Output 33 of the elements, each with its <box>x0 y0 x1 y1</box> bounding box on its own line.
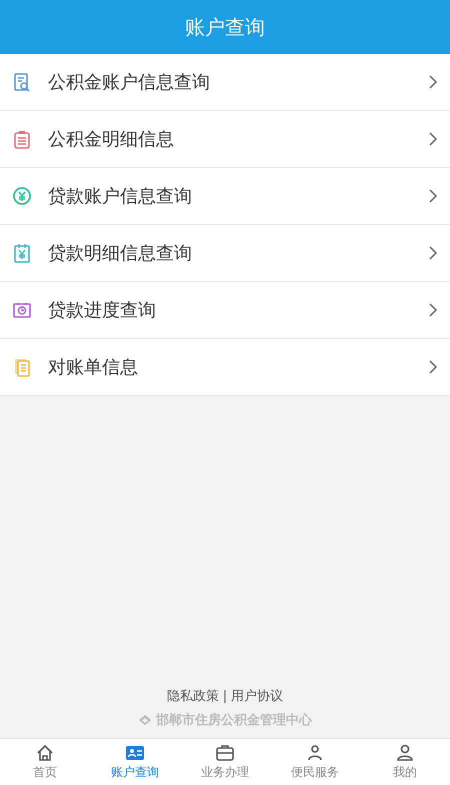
chevron-right-icon <box>428 74 438 90</box>
menu-item[interactable]: 贷款明细信息查询 <box>0 225 450 282</box>
briefcase-icon <box>215 743 235 763</box>
person-icon <box>305 743 325 763</box>
chevron-right-icon <box>428 245 438 261</box>
chevron-right-icon <box>428 359 438 375</box>
tab-item[interactable]: 便民服务 <box>270 739 360 785</box>
menu-item[interactable]: 贷款进度查询 <box>0 282 450 339</box>
tab-item[interactable]: 账户查询 <box>90 739 180 785</box>
tab-item[interactable]: 业务办理 <box>180 739 270 785</box>
tab-item[interactable]: 我的 <box>360 739 450 785</box>
id-card-icon <box>125 743 145 763</box>
menu-label: 贷款账户信息查询 <box>48 184 193 208</box>
logo-icon <box>138 714 152 726</box>
separator: | <box>222 688 228 706</box>
menu-label: 贷款明细信息查询 <box>48 242 193 266</box>
menu-label: 公积金账户信息查询 <box>48 70 211 94</box>
menu-label: 公积金明细信息 <box>48 128 175 152</box>
menu-item[interactable]: 对账单信息 <box>0 339 450 396</box>
menu-item[interactable]: 公积金账户信息查询 <box>0 54 450 111</box>
menu-item[interactable]: 贷款账户信息查询 <box>0 168 450 225</box>
menu-label: 对账单信息 <box>48 356 139 380</box>
menu-label: 贷款进度查询 <box>48 298 157 322</box>
chevron-right-icon <box>428 302 438 318</box>
footer-link[interactable]: 隐私政策 <box>166 687 219 706</box>
chevron-right-icon <box>428 188 438 204</box>
home-icon <box>35 743 55 763</box>
menu-item[interactable]: 公积金明细信息 <box>0 111 450 168</box>
user-icon <box>395 743 415 763</box>
tab-item[interactable]: 首页 <box>0 739 90 785</box>
chevron-right-icon <box>428 131 438 147</box>
footer-link[interactable]: 用户协议 <box>231 687 284 706</box>
page-title: 账户查询 <box>185 14 265 41</box>
